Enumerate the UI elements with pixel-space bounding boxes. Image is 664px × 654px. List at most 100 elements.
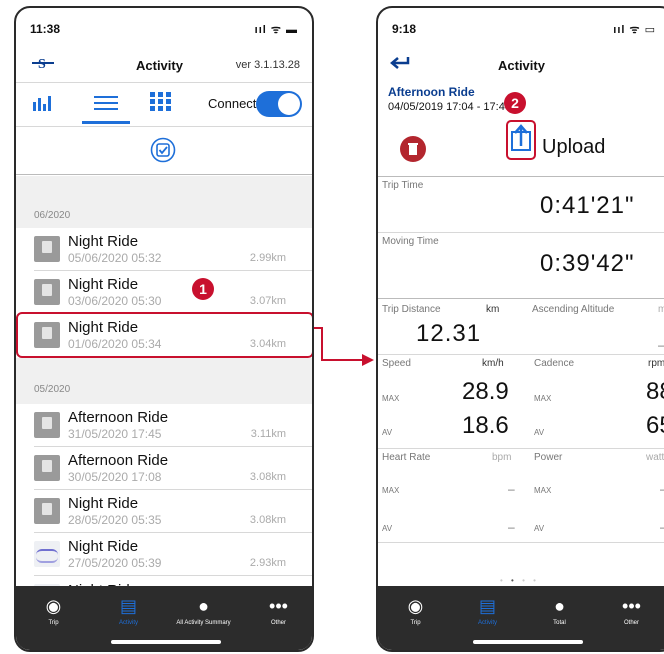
upload-icon [511, 124, 531, 151]
trip-distance-value: 12.31 [416, 320, 482, 347]
power-max-value: – [660, 482, 664, 496]
power-max-label: MAX [534, 486, 552, 495]
cadence-label: Cadence [534, 358, 575, 369]
more-icon: ••• [269, 596, 288, 616]
tab-trip[interactable]: ◉ Trip [378, 592, 453, 626]
ascending-altitude-label: Ascending Altitude [532, 304, 615, 315]
back-icon[interactable] [390, 54, 412, 77]
cadence-unit: rpm [648, 358, 664, 369]
ride-date: 04/05/2019 17:04 - 17:46 [388, 101, 511, 113]
speed-label: Speed [382, 358, 411, 369]
speed-unit: km/h [482, 358, 504, 369]
list-item[interactable]: Night Ride 27/05/2020 05:39 2.93km [16, 533, 312, 575]
heart-rate-unit: bpm [492, 452, 512, 463]
sigma-logo-icon[interactable]: S [30, 54, 56, 72]
ride-thumbnail [34, 279, 60, 305]
status-icons: ııl ᯤ ▬ [254, 24, 298, 36]
calendar-view-icon[interactable] [150, 92, 172, 117]
heart-rate-max-value: – [508, 482, 515, 496]
home-indicator [111, 640, 221, 644]
more-icon: ••• [622, 596, 641, 616]
status-bar: 11:38 ııl ᯤ ▬ [16, 8, 312, 44]
divider [16, 126, 312, 127]
tab-trip[interactable]: ◉ Trip [16, 592, 91, 626]
person-icon: ● [554, 596, 565, 616]
heart-rate-av-label: AV [382, 524, 393, 533]
list-item[interactable]: Night Ride 03/06/2020 05:30 3.07km [16, 271, 312, 313]
list-item[interactable]: Afternoon Ride 30/05/2020 17:08 3.08km [16, 447, 312, 489]
ride-thumbnail [34, 412, 60, 438]
delete-icon[interactable] [400, 136, 426, 162]
cadence-max-value: 88 [646, 378, 664, 405]
tab-bar: ◉ Trip ▤ Activity ● All Activity Summary ••… [16, 586, 312, 650]
tab-total[interactable]: ● Total [522, 592, 597, 626]
trip-time-value: 0:41'21" [540, 192, 635, 219]
power-av-value: – [660, 520, 664, 534]
active-view-underline [82, 121, 130, 124]
cadence-av-label: AV [534, 428, 545, 437]
divider [16, 174, 312, 175]
ride-thumbnail [34, 455, 60, 481]
connect-toggle[interactable] [256, 91, 302, 117]
page-indicator-dots[interactable]: • • • • [500, 576, 539, 585]
trip-icon: ◉ [407, 596, 424, 616]
version-label: ver 3.1.13.28 [235, 59, 300, 71]
highlight-box [16, 312, 312, 358]
flow-arrow [312, 322, 378, 377]
status-bar: 9:18 ııl ᯤ ▭ [378, 8, 664, 44]
list-item[interactable]: Night Ride 05/06/2020 05:32 2.99km [16, 228, 312, 270]
power-av-label: AV [534, 524, 545, 533]
month-header: 05/2020 [16, 358, 312, 404]
select-checkbox-icon[interactable] [150, 137, 176, 168]
status-time: 11:38 [30, 22, 61, 36]
power-label: Power [534, 452, 563, 463]
tab-other[interactable]: ••• Other [241, 592, 312, 626]
speed-max-value: 28.9 [462, 378, 509, 405]
activity-detail-screen: 9:18 ııl ᯤ ▭ Activity Afternoon Ride 04/… [376, 6, 664, 652]
trip-icon: ◉ [45, 596, 62, 616]
callout-1: 1 [192, 278, 214, 300]
trip-distance-label: Trip Distance [382, 304, 441, 315]
tab-activity[interactable]: ▤ Activity [450, 592, 525, 626]
moving-time-label: Moving Time [382, 236, 439, 247]
activity-icon: ▤ [119, 596, 137, 616]
route-map-thumbnail [34, 541, 60, 567]
svg-text:S: S [38, 57, 46, 72]
heart-rate-av-value: – [508, 520, 515, 534]
home-indicator [473, 640, 583, 644]
ride-name: Afternoon Ride [388, 85, 475, 99]
speed-av-value: 18.6 [462, 412, 509, 439]
power-unit: watt [646, 452, 664, 463]
page-title: Activity [498, 58, 545, 73]
connect-label: Connect [208, 96, 257, 111]
list-item[interactable]: Night Ride 28/05/2020 05:35 3.08km [16, 490, 312, 532]
trip-time-label: Trip Time [382, 180, 424, 191]
person-icon: ● [198, 596, 209, 616]
page-title: Activity [136, 58, 183, 73]
callout-2: 2 [504, 92, 526, 114]
tab-other[interactable]: ••• Other [594, 592, 664, 626]
ascending-altitude-unit: m [658, 304, 664, 315]
status-time: 9:18 [392, 22, 417, 36]
divider [16, 82, 312, 83]
ride-thumbnail [34, 498, 60, 524]
bar-chart-view-icon[interactable] [32, 94, 54, 117]
speed-av-label: AV [382, 428, 393, 437]
cadence-max-label: MAX [534, 394, 552, 403]
tab-bar: ◉ Trip ▤ Activity ● Total ••• Other [378, 586, 664, 650]
trip-distance-unit: km [486, 304, 500, 315]
ride-thumbnail [34, 236, 60, 262]
ascending-altitude-value: – [658, 338, 664, 352]
list-item[interactable]: Afternoon Ride 31/05/2020 17:45 3.11km [16, 404, 312, 446]
tab-activity[interactable]: ▤ Activity [91, 592, 166, 626]
list-view-icon[interactable] [94, 94, 118, 117]
cadence-av-value: 65 [646, 412, 664, 439]
upload-label: Upload [542, 136, 606, 158]
month-header: 06/2020 [16, 194, 312, 228]
heart-rate-label: Heart Rate [382, 452, 431, 463]
activity-list-screen: 11:38 ııl ᯤ ▬ S Activity ver 3.1.13.28 C… [14, 6, 314, 652]
moving-time-value: 0:39'42" [540, 250, 635, 277]
upload-button[interactable] [506, 120, 536, 160]
speed-max-label: MAX [382, 394, 400, 403]
tab-all-activity-summary[interactable]: ● All Activity Summary [166, 592, 241, 626]
